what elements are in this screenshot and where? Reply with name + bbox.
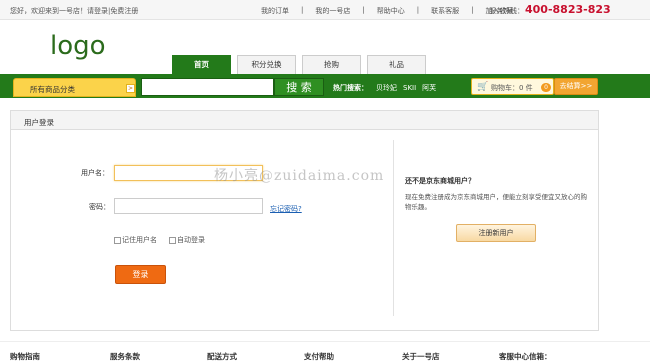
footer-terms[interactable]: 服务条款 [110, 351, 140, 362]
password-label: 密码： [89, 203, 110, 211]
welcome-text: 您好，欢迎来到一号店！请登录|免费注册 [10, 6, 138, 16]
main-tabs: 首页 积分兑换 抢购 礼品 [172, 55, 432, 74]
password-field[interactable] [114, 198, 263, 214]
separator: | [416, 6, 420, 14]
cart-badge: 0 [541, 83, 551, 92]
search-input[interactable] [141, 78, 274, 96]
footer: 购物指南 服务条款 配送方式 支付帮助 关于一号店 客服中心信箱： [0, 341, 650, 363]
login-panel: 用户登录 [10, 110, 599, 331]
all-categories-button[interactable]: 所有商品分类 > [13, 78, 136, 97]
checkbox-icon[interactable] [169, 236, 176, 244]
tab-gifts[interactable]: 礼品 [367, 55, 426, 74]
separator: | [362, 6, 365, 14]
footer-about[interactable]: 关于一号店 [402, 351, 440, 362]
search-button[interactable]: 搜 索 [274, 78, 324, 96]
cart-widget[interactable]: 🛒 购物车：0 件 0 [471, 78, 554, 95]
top-links: 我的订单 | 我的一号店 | 帮助中心 | 联系客服 | 加入收藏 [261, 6, 525, 16]
vertical-divider [393, 140, 394, 316]
register-link[interactable]: 免费注册 [110, 7, 138, 15]
new-user-question: 还不是京东商城用户？ [405, 177, 475, 185]
hotline-number: 400-8823-823 [525, 3, 611, 16]
hot-search-label: 热门搜索： [333, 84, 368, 92]
hot-search-item[interactable]: SKII [403, 84, 416, 92]
hot-search-item[interactable]: 贝玲妃 [376, 84, 397, 92]
welcome-message: 您好，欢迎来到一号店！ [10, 7, 87, 15]
panel-title: 用户登录 [24, 118, 54, 127]
panel-header: 用户登录 [11, 111, 598, 130]
checkout-button[interactable]: 去结算>> [554, 78, 598, 95]
tab-points-exchange[interactable]: 积分兑换 [237, 55, 296, 74]
login-button[interactable]: 登录 [115, 265, 166, 284]
separator: | [471, 6, 474, 14]
footer-service-email: 客服中心信箱： [499, 352, 552, 361]
new-user-description: 现在免费注册成为京东商城用户，便能立刻享受便宜又放心的购物乐趣。 [405, 193, 587, 211]
separator: | [301, 6, 304, 14]
watermark: 杨小亮@zuidaima.com [214, 168, 385, 184]
footer-payment-help[interactable]: 支付帮助 [304, 351, 334, 362]
register-button[interactable]: 注册新用户 [456, 224, 536, 242]
all-categories-label: 所有商品分类 [30, 85, 75, 94]
site-logo[interactable]: logo [50, 31, 106, 61]
my-orders-link[interactable]: 我的订单 [261, 6, 289, 16]
forgot-password-link[interactable]: 忘记密码? [270, 204, 302, 214]
help-center-link[interactable]: 帮助中心 [377, 6, 405, 16]
footer-shopping-guide[interactable]: 购物指南 [10, 351, 40, 362]
hot-search-item[interactable]: 阿芙 [422, 84, 436, 92]
remember-username-label: 记住用户名 [122, 236, 157, 244]
login-link[interactable]: 请登录 [87, 7, 108, 15]
auto-login-checkbox[interactable]: 自动登录 [169, 235, 205, 245]
cart-icon: 🛒 [477, 82, 489, 92]
remember-username-checkbox[interactable]: 记住用户名 [114, 235, 157, 245]
footer-delivery[interactable]: 配送方式 [207, 351, 237, 362]
chevron-right-icon: > [126, 84, 135, 93]
top-bar: 您好，欢迎来到一号店！请登录|免费注册 我的订单 | 我的一号店 | 帮助中心 … [0, 0, 650, 20]
tab-home[interactable]: 首页 [172, 55, 231, 74]
tab-flash-sale[interactable]: 抢购 [302, 55, 361, 74]
hotline-label: 服务热线： [489, 7, 524, 15]
username-label: 用户名： [81, 169, 109, 177]
checkbox-icon[interactable] [114, 236, 121, 244]
contact-service-link[interactable]: 联系客服 [431, 6, 459, 16]
my-store-link[interactable]: 我的一号店 [315, 6, 350, 16]
hot-searches: 热门搜索： 贝玲妃 SKII 阿芙 [333, 83, 442, 93]
cart-label: 购物车：0 件 [491, 84, 533, 92]
auto-login-label: 自动登录 [177, 236, 205, 244]
cart-count: 0 件 [519, 84, 533, 92]
